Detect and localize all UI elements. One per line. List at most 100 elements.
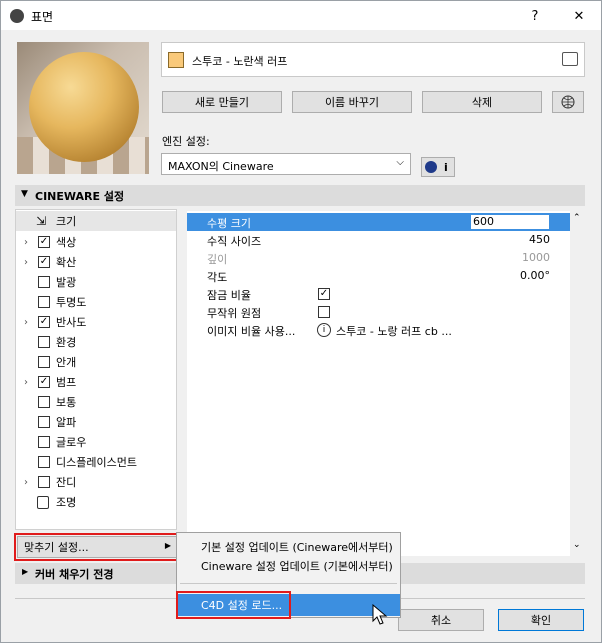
checkbox[interactable]: [38, 276, 50, 288]
chevron-right-icon[interactable]: ›: [24, 257, 28, 268]
fit-settings-button[interactable]: 맞추기 설정... ▶: [17, 536, 177, 558]
cinema4d-icon: [425, 161, 437, 173]
prop-row-angle[interactable]: 각도 0.00°: [187, 267, 570, 285]
ok-button[interactable]: 확인: [498, 609, 584, 631]
channel-row-luminance[interactable]: 발광: [16, 272, 176, 292]
checkbox[interactable]: [38, 416, 50, 428]
material-menu-icon[interactable]: [562, 52, 578, 66]
channel-row-illumination[interactable]: 조명: [16, 492, 176, 512]
chevron-right-icon[interactable]: ›: [24, 237, 28, 248]
prop-row-v-size[interactable]: 수직 사이즈 450: [187, 231, 570, 249]
h-size-input[interactable]: 600: [470, 214, 550, 230]
property-list: 수평 크기 600 수직 사이즈 450 깊이 1000 각도 0.00° 잠금 비율…: [187, 211, 570, 556]
cineware-settings-title: CINEWARE 설정: [35, 190, 125, 203]
channel-row-glow[interactable]: 글로우: [16, 432, 176, 452]
prop-label: 수직 사이즈: [207, 235, 262, 248]
info-icon[interactable]: i: [317, 323, 331, 337]
channel-row-size[interactable]: ⇲ 크기: [16, 211, 176, 231]
lock-ratio-checkbox[interactable]: ✓: [318, 288, 330, 300]
checkbox[interactable]: ✓: [38, 236, 50, 248]
checkbox[interactable]: [38, 296, 50, 308]
material-color-swatch: [168, 52, 184, 68]
chevron-right-icon[interactable]: ›: [24, 377, 28, 388]
app-icon: [10, 9, 24, 23]
channel-label: 알파: [56, 416, 77, 429]
prop-row-h-size[interactable]: 수평 크기 600: [187, 213, 570, 231]
checkbox[interactable]: [38, 436, 50, 448]
rename-button[interactable]: 이름 바꾸기: [292, 91, 412, 113]
material-selector[interactable]: 스투코 - 노란색 러프: [161, 42, 585, 77]
channel-row-environment[interactable]: 환경: [16, 332, 176, 352]
prop-row-depth: 깊이 1000: [187, 249, 570, 267]
checkbox[interactable]: [38, 456, 50, 468]
prop-value[interactable]: 0.00°: [520, 269, 550, 282]
channel-label: 글로우: [56, 436, 87, 449]
prop-label: 잠금 비율: [207, 289, 251, 302]
menu-item-update-cineware[interactable]: Cineware 설정 업데이트 (기본에서부터): [177, 555, 400, 577]
prop-value[interactable]: 스투코 - 노랑 러프 cb ...: [336, 323, 452, 339]
engine-dropdown[interactable]: MAXON의 Cineware ⌵: [161, 153, 411, 175]
scroll-down-icon[interactable]: ⌄: [573, 540, 581, 550]
info-icon: i: [444, 161, 448, 174]
channel-label: 반사도: [56, 316, 87, 329]
engine-value: MAXON의 Cineware: [168, 160, 274, 173]
channel-row-grass[interactable]: › 잔디: [16, 472, 176, 492]
chevron-right-icon[interactable]: ›: [24, 317, 28, 328]
close-button[interactable]: ✕: [557, 2, 601, 30]
engine-info-button[interactable]: i: [421, 157, 455, 177]
channel-row-color[interactable]: › ✓ 색상: [16, 232, 176, 252]
chevron-down-icon: ⌵: [396, 157, 404, 168]
help-button[interactable]: ?: [513, 2, 557, 30]
channel-row-alpha[interactable]: 알파: [16, 412, 176, 432]
prop-value[interactable]: 450: [529, 233, 550, 246]
channel-row-transparency[interactable]: 투명도: [16, 292, 176, 312]
checkbox[interactable]: ✓: [38, 316, 50, 328]
channel-label: 잔디: [56, 476, 77, 489]
material-preview: [17, 42, 149, 174]
checkbox[interactable]: [38, 336, 50, 348]
channel-row-normal[interactable]: 보통: [16, 392, 176, 412]
channel-label: 디스플레이스먼트: [56, 456, 137, 469]
checkbox[interactable]: [38, 396, 50, 408]
scroll-up-icon[interactable]: ⌃: [573, 213, 581, 223]
title-bar: 표면 ? ✕: [1, 1, 601, 30]
engine-label: 엔진 설정:: [162, 135, 210, 148]
prop-row-lock-ratio[interactable]: 잠금 비율 ✓: [187, 285, 570, 303]
channel-label: 조명: [56, 496, 77, 509]
globe-button[interactable]: [552, 91, 584, 113]
window-title: 표면: [31, 10, 54, 24]
cancel-button[interactable]: 취소: [398, 609, 484, 631]
checkbox[interactable]: ✓: [38, 376, 50, 388]
channel-label: 확산: [56, 256, 77, 269]
checkbox[interactable]: [38, 476, 50, 488]
channel-row-fog[interactable]: 안개: [16, 352, 176, 372]
prop-label: 수평 크기: [207, 217, 251, 230]
resize-icon: ⇲: [36, 214, 47, 228]
checkbox[interactable]: ✓: [38, 256, 50, 268]
prop-row-image-ratio[interactable]: 이미지 비율 사용... i 스투코 - 노랑 러프 cb ...: [187, 321, 570, 339]
property-scrollbar[interactable]: ⌃ ⌄: [570, 211, 585, 556]
channel-label: 환경: [56, 336, 77, 349]
prop-label: 각도: [207, 271, 228, 284]
prop-label: 무작위 원점: [207, 307, 262, 320]
channel-label: 발광: [56, 276, 77, 289]
load-c4d-highlight: [176, 591, 291, 619]
checkbox[interactable]: [38, 356, 50, 368]
random-origin-checkbox[interactable]: [318, 306, 330, 318]
globe-icon: [561, 95, 575, 109]
cover-fill-title: 커버 채우기 전경: [35, 568, 114, 581]
channel-row-diffusion[interactable]: › ✓ 확산: [16, 252, 176, 272]
channel-row-displacement[interactable]: 디스플레이스먼트: [16, 452, 176, 472]
delete-button[interactable]: 삭제: [422, 91, 542, 113]
cineware-settings-header[interactable]: ▼ CINEWARE 설정: [15, 185, 585, 206]
collapse-icon: ▼: [21, 189, 28, 199]
new-button[interactable]: 새로 만들기: [162, 91, 282, 113]
chevron-right-icon: ▶: [164, 541, 171, 550]
channel-row-bump[interactable]: › ✓ 범프: [16, 372, 176, 392]
channel-label: 색상: [56, 236, 77, 249]
prop-row-random-origin[interactable]: 무작위 원점: [187, 303, 570, 321]
channel-label: 안개: [56, 356, 77, 369]
menu-separator: [180, 583, 397, 584]
chevron-right-icon[interactable]: ›: [24, 477, 28, 488]
channel-row-reflectance[interactable]: › ✓ 반사도: [16, 312, 176, 332]
